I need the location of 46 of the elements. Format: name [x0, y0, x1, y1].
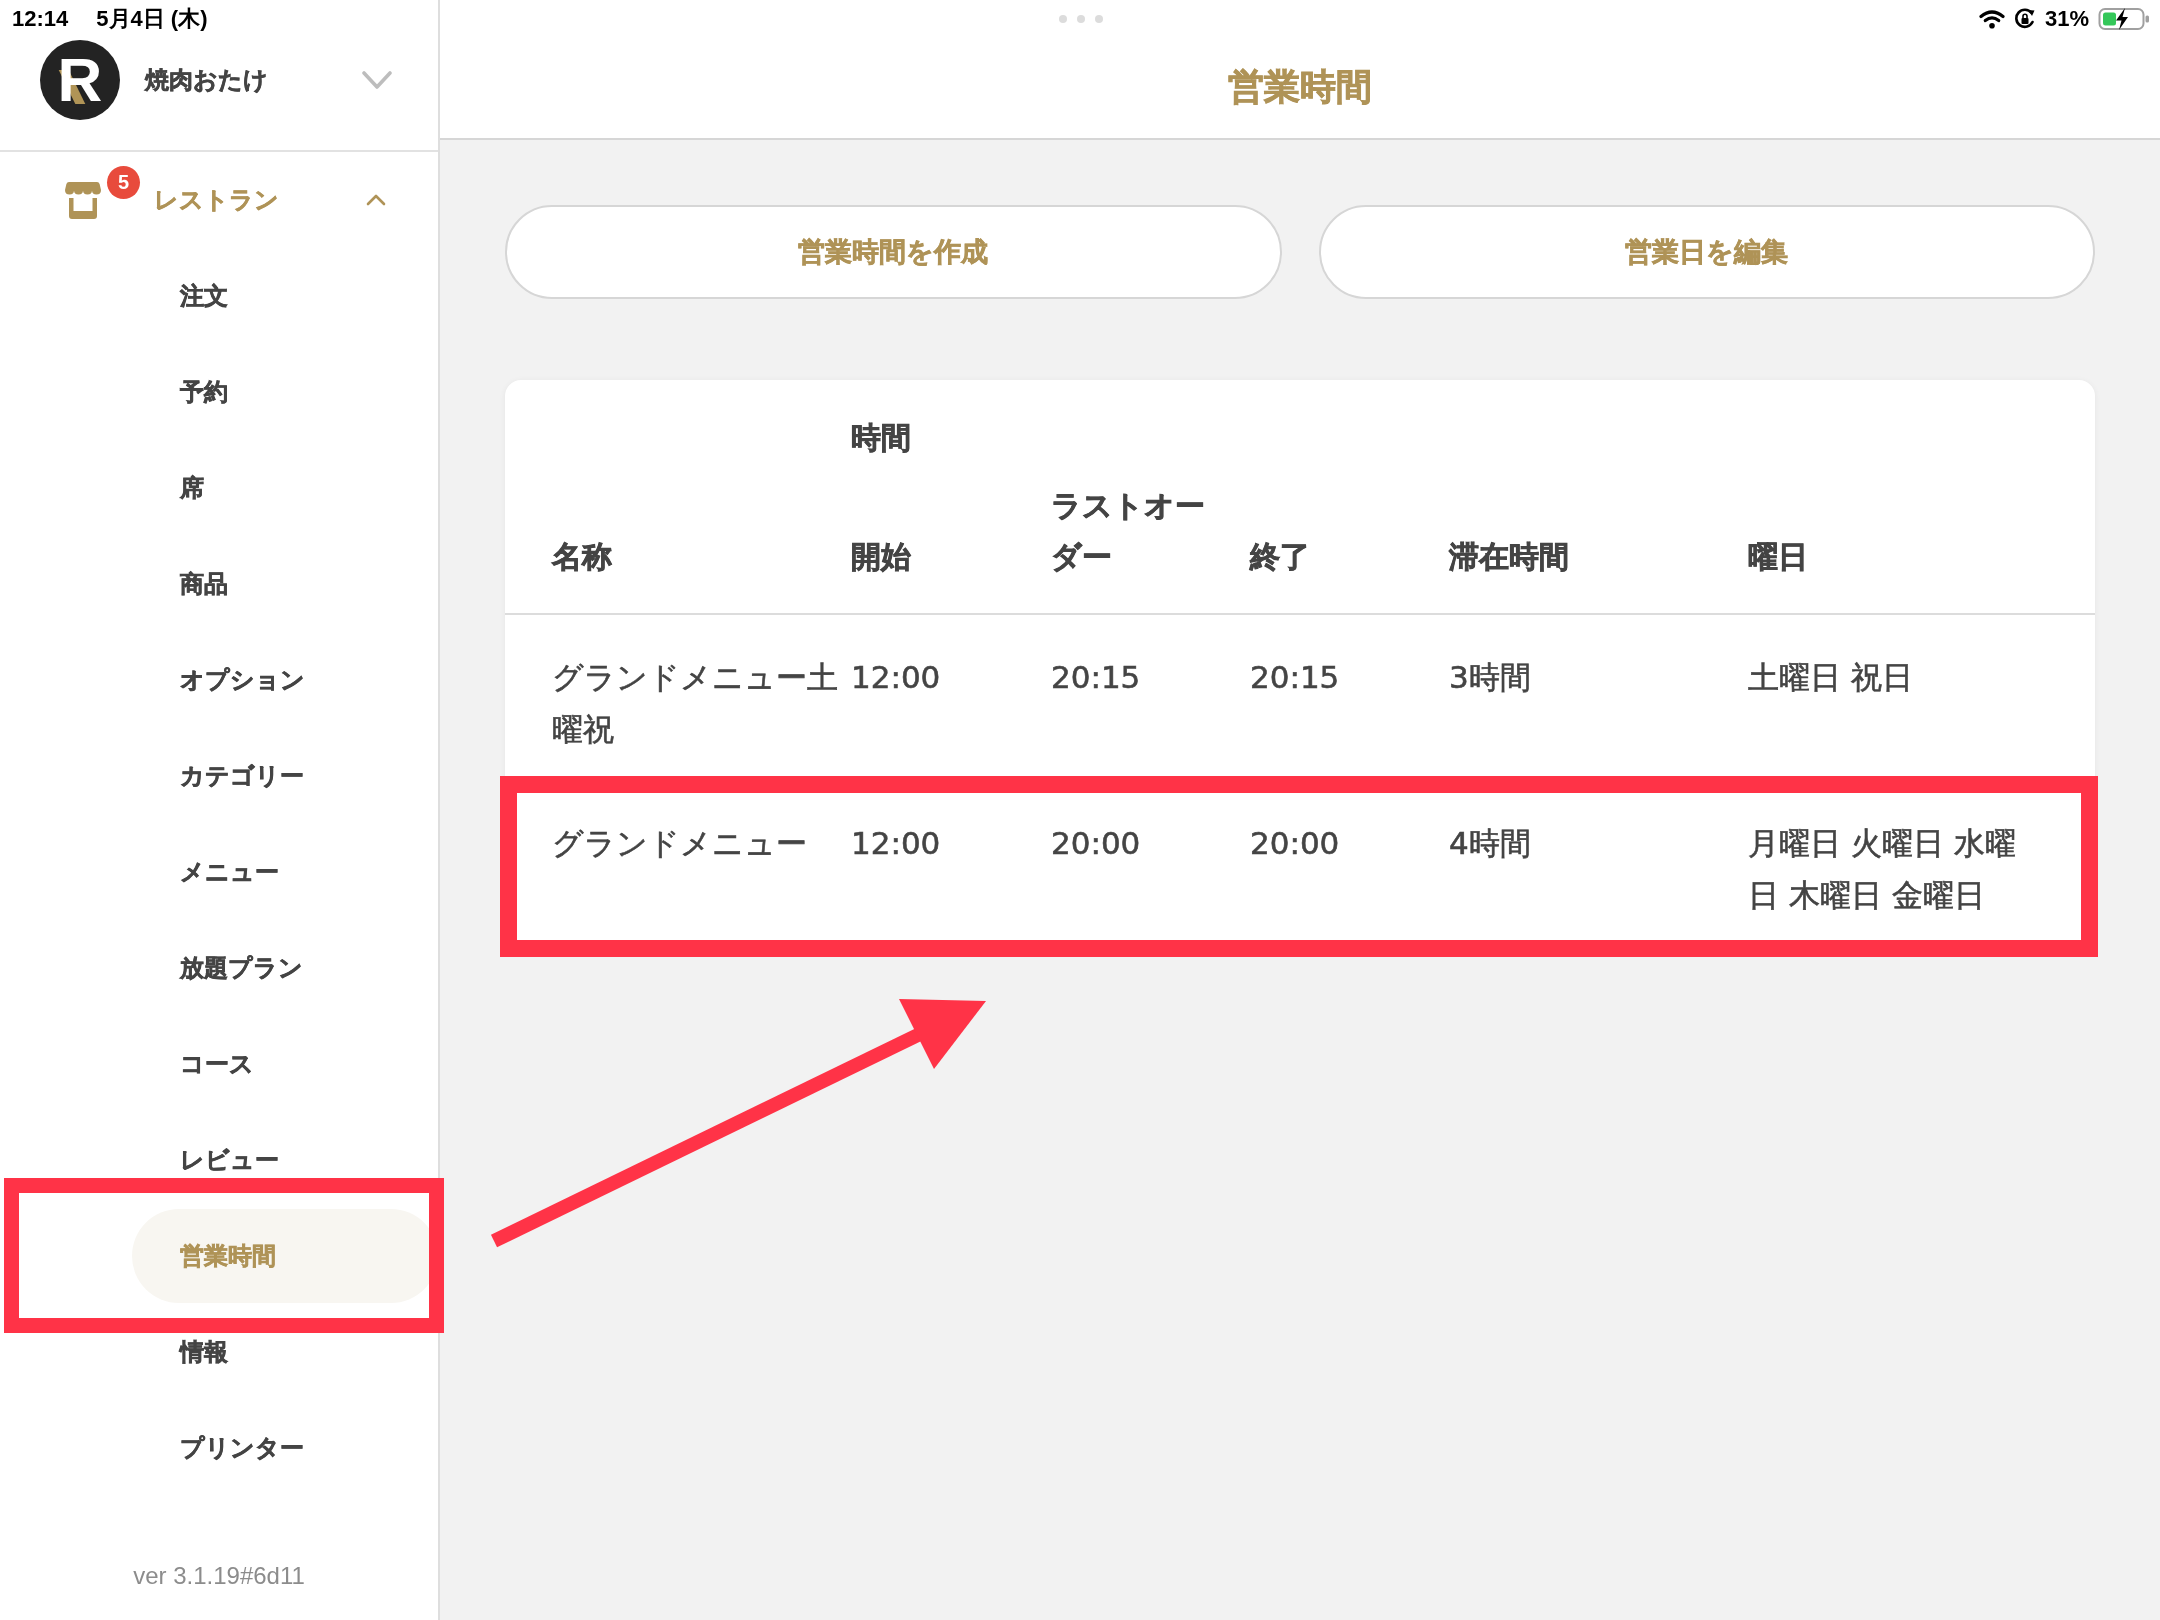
- table-cell-text: グランドメニュー: [552, 824, 807, 863]
- nav-item[interactable]: コース: [132, 1017, 438, 1111]
- table-cell-text: 20:00: [1250, 824, 1340, 863]
- column-header: 終了: [1250, 538, 1310, 576]
- table-cell-text: 3時間: [1449, 658, 1531, 697]
- table-cell-text: 20:15: [1051, 658, 1141, 697]
- battery-percent: 31%: [2044, 6, 2089, 32]
- nav-item[interactable]: 注文: [132, 249, 438, 343]
- version-label: ver 3.1.19#6d11: [133, 1562, 305, 1590]
- nav-item[interactable]: オプション: [132, 633, 438, 727]
- table-cell-text: 土曜日 祝日: [1748, 658, 1913, 697]
- column-header: 滞在時間: [1449, 538, 1569, 576]
- column-header: 曜日: [1748, 538, 1808, 576]
- chevron-up-icon[interactable]: [366, 194, 386, 206]
- column-group-header: 時間: [851, 419, 911, 457]
- rotation-lock-icon: [2013, 8, 2036, 30]
- dots-icon[interactable]: [1059, 15, 1103, 23]
- nav-item[interactable]: 席: [132, 441, 438, 535]
- chevron-down-icon[interactable]: [362, 71, 392, 89]
- nav-item[interactable]: 予約: [132, 345, 438, 439]
- section-title: レストラン: [154, 185, 279, 215]
- column-header: 開始: [851, 538, 911, 576]
- nav-item[interactable]: 放題プラン: [132, 921, 438, 1015]
- table-cell-text: 月曜日 火曜日 水曜日 木曜日 金曜日: [1748, 824, 2017, 915]
- notification-badge: 5: [107, 166, 140, 199]
- store-name: 焼肉おたけ: [145, 65, 268, 95]
- nav-item[interactable]: レビュー: [132, 1113, 438, 1207]
- battery-charging-icon: [2098, 7, 2150, 31]
- page-title: 営業時間: [1228, 65, 1372, 109]
- nav-item[interactable]: メニュー: [132, 825, 438, 919]
- nav-item[interactable]: 情報: [132, 1305, 438, 1399]
- column-header: 名称: [552, 538, 612, 576]
- table-cell-text: 4時間: [1449, 824, 1531, 863]
- column-header: ラストオーダー: [1051, 487, 1206, 576]
- table-cell-text: 12:00: [851, 824, 941, 863]
- status-time: 12:14: [12, 6, 69, 32]
- table-cell-text: 20:15: [1250, 658, 1340, 697]
- nav-item[interactable]: 商品: [132, 537, 438, 631]
- table-cell-text: 20:00: [1051, 824, 1141, 863]
- table-cell-text: 12:00: [851, 658, 941, 697]
- wifi-icon: [1978, 9, 2005, 29]
- nav-item[interactable]: カテゴリー: [132, 729, 438, 823]
- nav-item[interactable]: プリンター: [132, 1401, 438, 1495]
- status-date: 5月4日 (木): [96, 5, 208, 33]
- table-cell-text: グランドメニュー土曜祝: [552, 658, 839, 749]
- store-icon: [65, 181, 101, 219]
